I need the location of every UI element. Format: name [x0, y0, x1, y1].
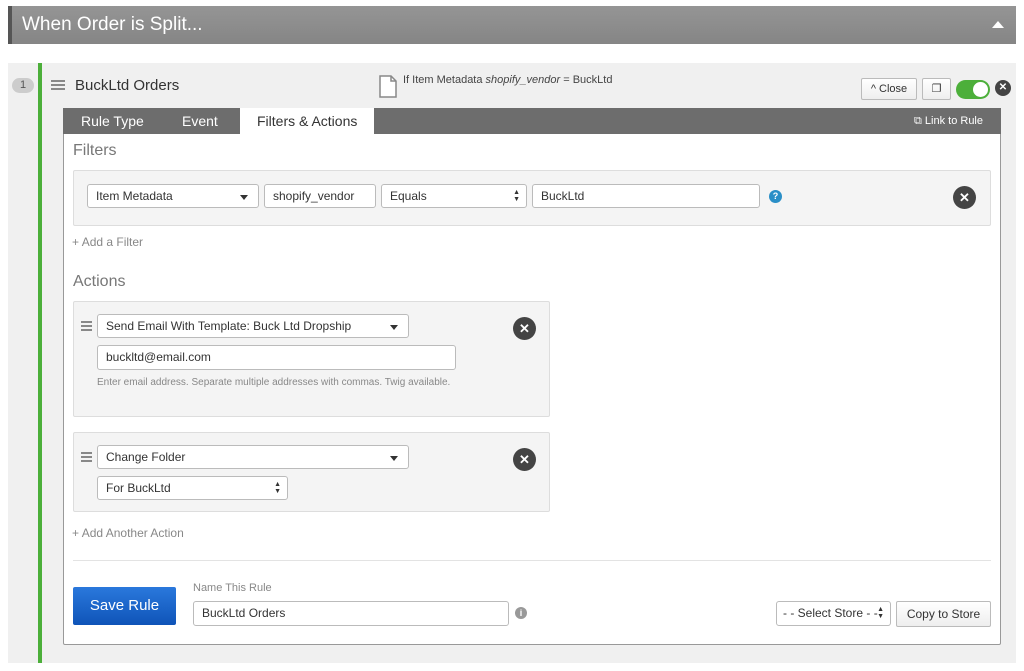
email-help-text: Enter email address. Separate multiple a… [97, 377, 451, 388]
delete-rule-icon[interactable]: ✕ [995, 80, 1011, 96]
filter-key-input[interactable]: shopify_vendor [264, 184, 376, 208]
filters-heading: Filters [73, 142, 117, 159]
actions-heading: Actions [73, 273, 126, 290]
drag-handle-icon[interactable] [81, 321, 92, 331]
collapse-arrow-icon[interactable] [992, 21, 1004, 28]
help-icon[interactable]: ? [769, 190, 782, 203]
copy-icon: ❐ [931, 83, 942, 95]
close-button[interactable]: ^ Close [861, 78, 917, 100]
info-icon[interactable]: i [515, 607, 527, 619]
folder-select[interactable]: For BuckLtd ▲ ▼ [97, 476, 288, 500]
section-title: When Order is Split... [22, 14, 203, 35]
filter-value-input[interactable]: BuckLtd [532, 184, 760, 208]
rule-name-input[interactable]: BuckLtd Orders [193, 601, 509, 626]
action-type-select[interactable]: Send Email With Template: Buck Ltd Drops… [97, 314, 409, 338]
save-rule-button[interactable]: Save Rule [73, 587, 176, 625]
remove-action-icon[interactable]: ✕ [513, 317, 536, 340]
action-type-select[interactable]: Change Folder [97, 445, 409, 469]
drag-handle-icon[interactable] [81, 452, 92, 462]
filter-operator-select[interactable]: Equals ▲ ▼ [381, 184, 527, 208]
duplicate-button[interactable]: ❐ [922, 78, 951, 100]
remove-action-icon[interactable]: ✕ [513, 448, 536, 471]
divider [73, 560, 991, 561]
rule-index-badge: 1 [12, 78, 34, 93]
section-header[interactable]: When Order is Split... [8, 6, 1016, 44]
add-filter-link[interactable]: + Add a Filter [72, 235, 143, 249]
action-item [73, 432, 550, 512]
rule-summary: If Item Metadata shopify_vendor = BuckLt… [403, 74, 613, 86]
external-link-icon: ⧉ [913, 115, 922, 127]
document-icon [379, 75, 397, 98]
rule-title: BuckLtd Orders [75, 77, 180, 94]
add-action-link[interactable]: + Add Another Action [72, 526, 184, 540]
rule-enabled-indicator [38, 63, 42, 663]
tab-rule-type[interactable]: Rule Type [81, 108, 144, 134]
tab-filters-actions[interactable]: Filters & Actions [240, 108, 375, 134]
remove-filter-icon[interactable]: ✕ [953, 186, 976, 209]
tab-bar: Rule Type Event Filters & Actions ⧉ Link… [63, 108, 1001, 134]
link-to-rule[interactable]: ⧉ Link to Rule [914, 108, 983, 134]
store-select[interactable]: - - Select Store - - ▲ ▼ [776, 601, 891, 626]
drag-handle-icon[interactable] [51, 80, 65, 90]
tab-event[interactable]: Event [182, 108, 218, 134]
email-input[interactable]: buckltd@email.com [97, 345, 456, 370]
filter-field-select[interactable]: Item Metadata [87, 184, 259, 208]
name-rule-label: Name This Rule [193, 582, 272, 594]
copy-to-store-button[interactable]: Copy to Store [896, 601, 991, 627]
enable-toggle[interactable] [956, 80, 990, 99]
